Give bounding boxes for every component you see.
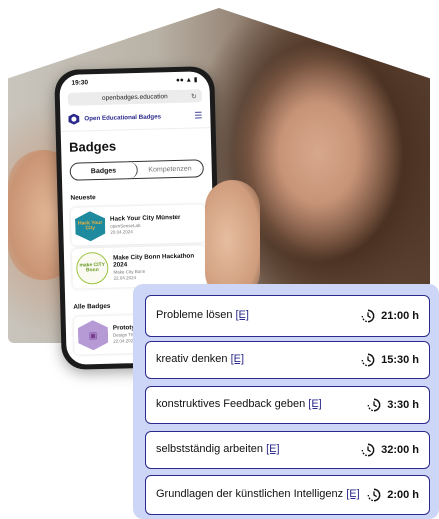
brand-name: Open Educational Badges [84,113,162,123]
hack-your-city-badge-icon: Hack Your City [75,211,106,242]
competency-hours: 15:30 h [381,354,419,366]
tab-badges[interactable]: Badges [70,162,138,180]
competency-hours: 2:00 h [387,489,419,501]
oeb-logo-icon[interactable] [68,114,79,125]
badge-card[interactable]: make CITY Bonn Make City Bonn Hackathon … [71,245,207,289]
status-icons: ●● ▲ ▮ [175,76,198,84]
clock-icon [367,398,381,412]
competency-label: kreativ denken [156,353,228,366]
competency-esco-link[interactable]: [E] [308,398,321,410]
status-time: 19:30 [71,78,89,87]
competency-row: konstruktives Feedback geben [E] 3:30 h [145,386,430,424]
competency-hours: 21:00 h [381,310,419,322]
competency-row: kreativ denken [E] 15:30 h [145,341,430,379]
section-recent-label: Neueste [70,194,96,202]
reload-icon[interactable]: ↻ [191,92,197,100]
make-city-bonn-badge-icon: make CITY Bonn [75,251,109,285]
competency-label: konstruktives Feedback geben [156,398,306,411]
competency-label: Grundlagen der künstlichen Intelligenz [156,488,344,501]
competency-esco-link[interactable]: [E] [266,443,279,455]
url-bar[interactable]: openbadges.education ↻ [67,89,202,106]
badge-date: 20.04.2024 [110,228,133,235]
badge-date: 22.04.2024 [113,274,137,281]
competency-esco-link[interactable]: [E] [236,309,249,321]
competency-esco-link[interactable]: [E] [346,488,359,500]
clock-icon [361,353,375,367]
competency-hours: 3:30 h [387,399,419,411]
tab-kompetenzen[interactable]: Kompetenzen [137,160,203,178]
competency-row: Grundlagen der künstlichen Intelligenz [… [145,475,430,515]
competency-esco-link[interactable]: [E] [231,353,244,365]
clock-icon [361,443,375,457]
competency-row: Probleme lösen [E] 21:00 h [145,295,430,337]
badge-card[interactable]: Hack Your City Hack Your City Münster op… [70,204,206,246]
badge-date: 22.04.202 [113,337,134,344]
competency-label: selbstständig arbeiten [156,443,264,456]
clock-icon [367,488,381,502]
clock-icon [361,309,375,323]
hand-fingers [205,180,260,300]
prototyping-badge-icon: ▣ [78,320,109,351]
view-toggle: Badges Kompetenzen [69,159,204,181]
page-title: Badges [68,138,117,155]
competency-row: selbstständig arbeiten [E] 32:00 h [145,431,430,469]
competency-hours: 32:00 h [381,444,419,456]
competency-label: Probleme lösen [156,309,233,322]
hamburger-menu-icon[interactable]: ☰ [194,110,202,120]
status-bar: 19:30 ●● ▲ ▮ [59,71,209,91]
url-text: openbadges.education [101,93,168,102]
